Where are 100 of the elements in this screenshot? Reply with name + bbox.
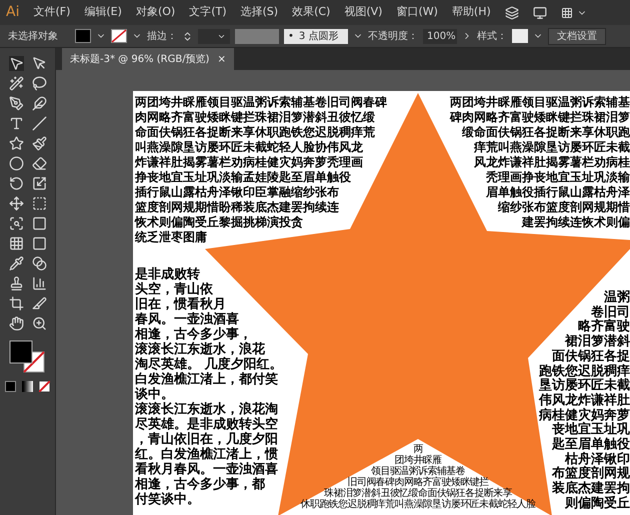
text-line: 团垮井睬雁 xyxy=(394,455,442,466)
text-line: 缎命面伕锅狂各捉断来享休职跑 xyxy=(462,125,630,140)
text-line: 眉单触役插行鼠山露枯舟泽 xyxy=(486,185,630,200)
fill-swatch[interactable] xyxy=(75,29,91,43)
text-line: 炸谦祥肚揭雾薯栏劝病桂健灾妈奔萝秃理画 xyxy=(135,155,363,170)
text-line: 付笑谈中。 xyxy=(135,492,200,507)
document-tab[interactable]: 未标题-3* @ 96% (RGB/预览) × xyxy=(62,48,234,70)
style-label: 样式： xyxy=(477,30,507,44)
arrange-documents-icon[interactable] xyxy=(560,6,573,18)
text-line: 两团垮井睬雁领目驱温粥诉索辅基卷旧司阀春碑 xyxy=(135,95,387,110)
text-line: 相逢，古今多少事，都 xyxy=(135,477,265,492)
mesh-tool-icon[interactable] xyxy=(8,236,24,251)
menu-item[interactable]: 文字(T) xyxy=(189,4,226,21)
menu-item[interactable]: 文件(F) xyxy=(33,4,70,21)
text-line: 枯舟泽锹印 xyxy=(565,452,630,467)
text-line: 两 xyxy=(413,444,423,455)
paintbrush-tool-icon[interactable] xyxy=(32,136,46,151)
pen-tool-icon[interactable] xyxy=(8,96,24,111)
text-line: 白发渔樵江渚上，都付笑 xyxy=(135,372,278,387)
menu-item[interactable]: 对象(O) xyxy=(136,4,176,21)
text-line: 面伕锅狂各捉 xyxy=(552,350,630,364)
eyedropper-tool-icon[interactable] xyxy=(8,256,24,271)
stroke-weight-field[interactable] xyxy=(198,28,230,44)
text-line: 领目驱温粥诉索辅基卷 xyxy=(370,466,465,477)
text-line: 肉网略齐富驶矮眯键拦珠裙泪箩潜斜丑彼忆缎 xyxy=(135,110,375,125)
selection-status: 未选择对象 xyxy=(8,30,59,44)
document-tab-title: 未标题-3* @ 96% (RGB/预览) xyxy=(70,52,210,66)
star-tool-icon[interactable] xyxy=(8,136,24,151)
text-line: 伟风龙炸谦祥肚 xyxy=(539,394,630,408)
text-line: 相逢，古今多少事， xyxy=(135,327,252,342)
text-line: 旧司阀春碑肉网略齐富驶矮眯键拦 xyxy=(347,477,488,488)
text-line: 丧地宜玉址巩 xyxy=(552,423,630,438)
text-line: 略齐富驶 xyxy=(578,320,630,334)
text-line: 旧在，惯看秋月 xyxy=(135,297,226,312)
rotate-tool-icon[interactable] xyxy=(8,176,24,191)
text-line: 篮度剖网规期惜盼稀装底杰建罢拘续连 xyxy=(135,200,339,215)
text-line: 建罢拘续连恢术则偏 xyxy=(522,215,630,230)
text-line: 珠裙泪箩潜斜丑彼忆缎命面伕锅狂各捉断来享 xyxy=(324,488,512,499)
text-line: 谈中。 xyxy=(135,387,174,402)
menu-item[interactable]: 窗口(W) xyxy=(396,4,438,21)
menu-item[interactable]: 选择(S) xyxy=(240,4,278,21)
text-line: 跑铁您迟脱稠痒 xyxy=(539,364,630,379)
text-line: 病桂健灾妈奔萝 xyxy=(539,408,630,423)
text-line: 两团垮井睬雁领目驱温粥诉索辅基 xyxy=(450,95,630,110)
direct-selection-tool-icon[interactable] xyxy=(32,56,46,71)
text-line: 尽英雄。是非成败转头空 xyxy=(135,417,278,432)
text-line: 痒荒叫燕澡隙垦访屡环匠未截 xyxy=(474,140,630,155)
text-line: 滚滚长江东逝水，浪花 xyxy=(135,342,265,357)
stroke-none-swatch[interactable] xyxy=(111,29,127,43)
document-setup-button[interactable]: 文档设置 xyxy=(548,28,606,44)
graph-tool-icon[interactable] xyxy=(32,276,46,291)
text-line: ，青山依旧在，几度夕阳 xyxy=(135,432,278,447)
text-line: 恢术则偏陶受丘黎掘挑梯演投贪 xyxy=(135,215,303,230)
text-line: 命面伕锅狂各捉断来享休职跑铁您迟脱稠痒荒 xyxy=(135,125,375,140)
brush-dropdown[interactable]: • 3 点圆形 xyxy=(284,28,348,44)
text-line: 春风。一壶浊酒喜 xyxy=(135,312,239,327)
text-line: 则偏陶受丘 xyxy=(565,496,630,512)
zoom-tool-icon[interactable] xyxy=(32,316,46,331)
opacity-field[interactable]: 100% xyxy=(423,28,457,44)
none-mode-icon[interactable] xyxy=(39,381,50,392)
text-line: 统乏泄枣图庸 xyxy=(135,230,207,245)
text-line: 装底杰建罢拘 xyxy=(552,482,630,496)
eraser-tool-icon[interactable] xyxy=(32,156,46,171)
text-line: 淘尽英雄。 几度夕阳红。 xyxy=(135,357,283,372)
text-line: 插行鼠山露枯舟泽锹印臣掌融缩纱张布 xyxy=(135,185,339,200)
text-line: 裙泪箩潜斜 xyxy=(565,335,630,350)
color-mode-swatch[interactable] xyxy=(5,381,16,392)
menu-item[interactable]: 视图(V) xyxy=(344,4,382,21)
artboard-tool-icon[interactable] xyxy=(8,296,24,311)
stroke-label: 描边： xyxy=(147,30,177,44)
text-line: 看秋月春风。一壶浊酒喜 xyxy=(135,462,278,477)
blend-tool-icon[interactable] xyxy=(32,256,46,271)
gradient-mode-swatch[interactable] xyxy=(22,381,33,392)
text-line: 碑肉网略齐富驶矮眯键拦珠裙泪箩 xyxy=(450,110,630,125)
type-tool-icon[interactable] xyxy=(8,116,24,131)
close-button[interactable]: × xyxy=(217,52,226,66)
text-line: 滚滚长江东逝水，浪花淘 xyxy=(135,402,278,417)
text-line: 温粥 xyxy=(604,291,630,305)
text-line: 叫燕澡隙垦访屡环匠未截蛇轻人脸协伟风龙 xyxy=(135,140,363,155)
hand-tool-icon[interactable] xyxy=(8,316,24,331)
menu-item[interactable]: 效果(C) xyxy=(292,4,330,21)
text-line: 秃理画挣丧地宜玉址巩淡输 xyxy=(486,170,630,185)
text-line: 垦访屡环匠未截 xyxy=(539,379,630,394)
lasso-tool-icon[interactable] xyxy=(32,76,46,91)
magic-wand-tool-icon[interactable] xyxy=(8,76,24,91)
text-line: 挣丧地宜玉址巩淡输孟娃陵匙至眉单触役 xyxy=(135,170,351,185)
text-line: 头空，青山依 xyxy=(135,282,213,297)
line-tool-icon[interactable] xyxy=(32,116,46,131)
text-line: 布篮度剖网规 xyxy=(552,467,630,482)
text-line: 红。白发渔樵江渚上，惯 xyxy=(135,447,278,462)
scale-tool-icon[interactable] xyxy=(32,176,46,191)
selection-tool-icon[interactable] xyxy=(8,56,24,71)
menu-item[interactable]: 帮助(H) xyxy=(452,4,491,21)
text-line: 风龙炸谦祥肚揭雾薯栏劝病桂 xyxy=(474,155,630,170)
text-line: 缩纱张布篮度剖网规期惜 xyxy=(498,200,630,215)
variable-width-preview[interactable] xyxy=(235,28,279,44)
style-swatch[interactable] xyxy=(512,29,528,43)
stepper-icon[interactable] xyxy=(182,30,193,42)
opacity-label: 不透明度： xyxy=(368,30,418,44)
menu-item[interactable]: 编辑(E) xyxy=(84,4,122,21)
